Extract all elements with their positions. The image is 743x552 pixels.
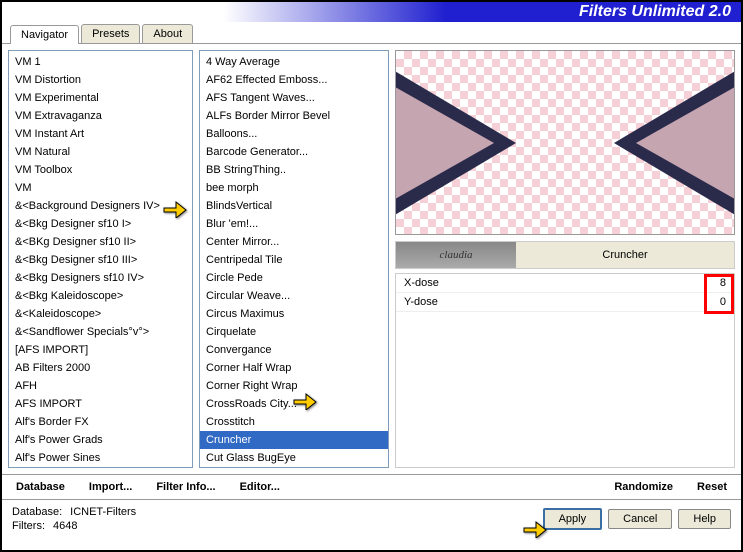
list-item[interactable]: &<Bkg Kaleidoscope> <box>9 287 192 305</box>
list-item[interactable]: [AFS IMPORT] <box>9 341 192 359</box>
db-value: ICNET-Filters <box>70 506 136 518</box>
filter-header: claudia Cruncher <box>395 241 735 269</box>
filters-label: Filters: <box>12 520 45 532</box>
apply-button[interactable]: Apply <box>543 508 603 530</box>
list-item[interactable]: AB Filters 2000 <box>9 359 192 377</box>
list-item[interactable]: Corner Half Wrap <box>200 359 388 377</box>
list-item[interactable]: Circular Weave... <box>200 287 388 305</box>
filters-value: 4648 <box>53 520 77 532</box>
list-item[interactable]: Convergance <box>200 341 388 359</box>
list-item[interactable]: VM Experimental <box>9 89 192 107</box>
category-list[interactable]: VM 1VM DistortionVM ExperimentalVM Extra… <box>8 50 193 468</box>
list-item[interactable]: Alf's Power Grads <box>9 431 192 449</box>
author-logo: claudia <box>396 242 516 268</box>
main-area: VM 1VM DistortionVM ExperimentalVM Extra… <box>2 44 741 474</box>
db-label: Database: <box>12 506 62 518</box>
filter-info-button[interactable]: Filter Info... <box>152 479 219 495</box>
list-item[interactable]: Cut Glass BugEye <box>200 449 388 467</box>
filter-list[interactable]: 4 Way AverageAF62 Effected Emboss...AFS … <box>199 50 389 468</box>
list-item[interactable]: Crosstitch <box>200 413 388 431</box>
list-item[interactable]: Circus Maximus <box>200 305 388 323</box>
tab-strip: Navigator Presets About <box>2 24 741 44</box>
param-row[interactable]: X-dose 8 <box>396 274 734 293</box>
tab-about[interactable]: About <box>142 24 193 43</box>
list-item[interactable]: VM 1 <box>9 53 192 71</box>
list-item[interactable]: CrossRoads City... <box>200 395 388 413</box>
list-item[interactable]: VM <box>9 179 192 197</box>
list-item[interactable]: Cirquelate <box>200 323 388 341</box>
list-item[interactable]: Centripedal Tile <box>200 251 388 269</box>
list-item[interactable]: AFS Tangent Waves... <box>200 89 388 107</box>
list-item[interactable]: Alf's Power Sines <box>9 449 192 467</box>
tab-presets[interactable]: Presets <box>81 24 140 43</box>
list-item[interactable]: &<Sandflower Specials°v°> <box>9 323 192 341</box>
help-button[interactable]: Help <box>678 509 731 529</box>
list-item[interactable]: Barcode Generator... <box>200 143 388 161</box>
param-row[interactable]: Y-dose 0 <box>396 293 734 312</box>
list-item[interactable]: Alf's Power Toys <box>9 467 192 468</box>
title-bar: Filters Unlimited 2.0 <box>2 2 741 22</box>
list-item[interactable]: Circle Pede <box>200 269 388 287</box>
list-item[interactable]: VM Instant Art <box>9 125 192 143</box>
list-item[interactable]: &<BKg Designer sf10 II> <box>9 233 192 251</box>
list-item[interactable]: Cut Glass 01 <box>200 467 388 468</box>
param-label: Y-dose <box>404 296 438 308</box>
highlight-box <box>704 274 734 314</box>
list-item[interactable]: VM Toolbox <box>9 161 192 179</box>
editor-button[interactable]: Editor... <box>236 479 284 495</box>
list-item[interactable]: AFH <box>9 377 192 395</box>
list-item[interactable]: VM Natural <box>9 143 192 161</box>
randomize-button[interactable]: Randomize <box>610 479 677 495</box>
footer-info: Database: ICNET-Filters Filters: 4648 <box>12 506 136 532</box>
list-item[interactable]: Balloons... <box>200 125 388 143</box>
list-item[interactable]: Corner Right Wrap <box>200 377 388 395</box>
list-item[interactable]: Center Mirror... <box>200 233 388 251</box>
list-item[interactable]: Cruncher <box>200 431 388 449</box>
list-item[interactable]: &<Bkg Designer sf10 III> <box>9 251 192 269</box>
cancel-button[interactable]: Cancel <box>608 509 672 529</box>
list-item[interactable]: VM Distortion <box>9 71 192 89</box>
list-item[interactable]: &<Bkg Designer sf10 I> <box>9 215 192 233</box>
import-button[interactable]: Import... <box>85 479 136 495</box>
database-button[interactable]: Database <box>12 479 69 495</box>
footer: Database: ICNET-Filters Filters: 4648 Appl… <box>2 500 741 538</box>
param-label: X-dose <box>404 277 439 289</box>
list-item[interactable]: 4 Way Average <box>200 53 388 71</box>
filter-name-label: Cruncher <box>516 242 734 268</box>
parameter-panel: X-dose 8 Y-dose 0 <box>395 273 735 468</box>
list-item[interactable]: &<Background Designers IV> <box>9 197 192 215</box>
list-item[interactable]: Blur 'em!... <box>200 215 388 233</box>
reset-button[interactable]: Reset <box>693 479 731 495</box>
list-item[interactable]: AF62 Effected Emboss... <box>200 71 388 89</box>
app-title: Filters Unlimited 2.0 <box>579 3 731 21</box>
preview-image <box>395 50 735 235</box>
list-item[interactable]: VM Extravaganza <box>9 107 192 125</box>
right-panel: claudia Cruncher X-dose 8 Y-dose 0 <box>395 50 735 468</box>
tab-navigator[interactable]: Navigator <box>10 25 79 44</box>
list-item[interactable]: &<Bkg Designers sf10 IV> <box>9 269 192 287</box>
list-item[interactable]: ALFs Border Mirror Bevel <box>200 107 388 125</box>
lower-button-row: Database Import... Filter Info... Editor… <box>2 474 741 500</box>
list-item[interactable]: BB StringThing.. <box>200 161 388 179</box>
list-item[interactable]: bee morph <box>200 179 388 197</box>
list-item[interactable]: BlindsVertical <box>200 197 388 215</box>
list-item[interactable]: &<Kaleidoscope> <box>9 305 192 323</box>
list-item[interactable]: AFS IMPORT <box>9 395 192 413</box>
list-item[interactable]: Alf's Border FX <box>9 413 192 431</box>
